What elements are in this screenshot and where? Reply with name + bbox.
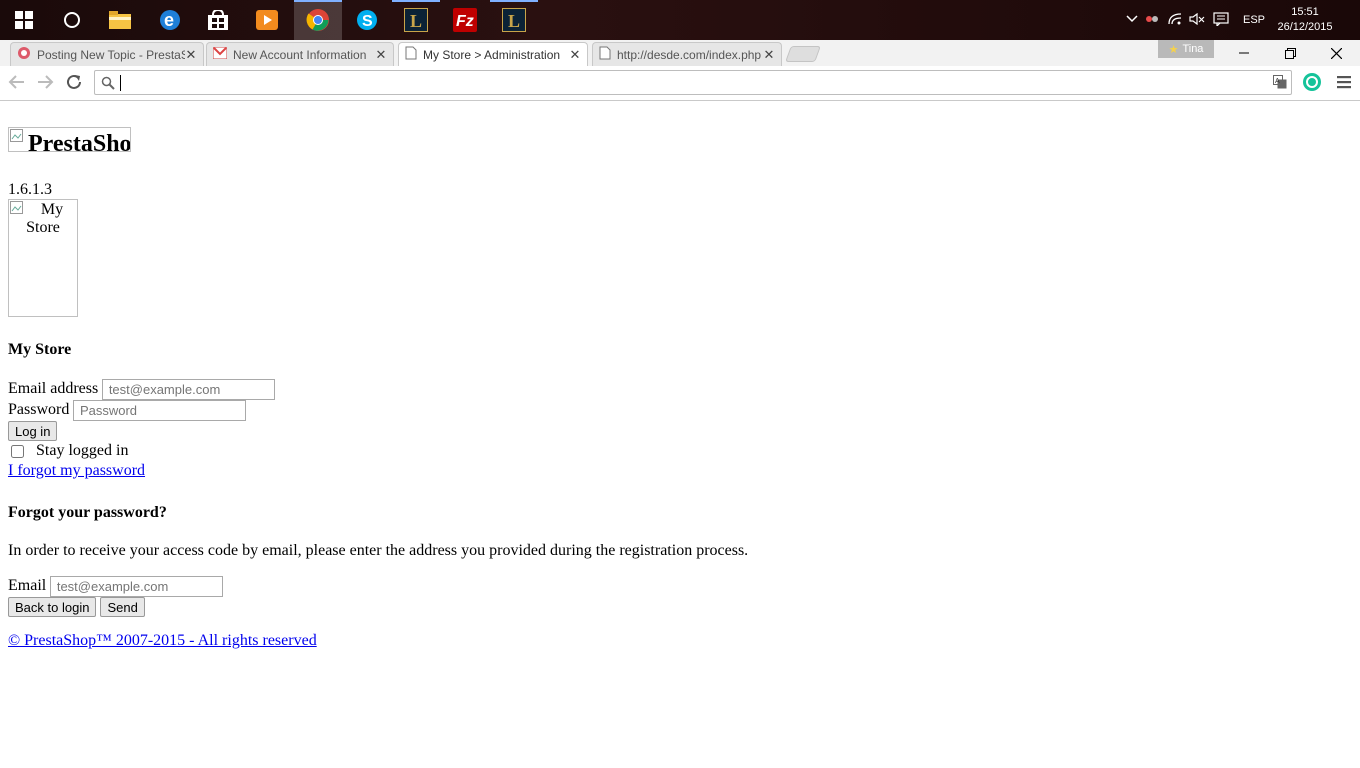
stay-logged-in-checkbox[interactable] — [11, 444, 24, 458]
email-label: Email address — [8, 380, 99, 398]
send-button[interactable]: Send — [100, 597, 145, 617]
gmail-favicon-icon — [212, 46, 228, 62]
close-icon[interactable]: ✕ — [569, 47, 581, 63]
shop-logo-alt-text: My Store — [26, 201, 64, 236]
email-field[interactable] — [102, 379, 276, 400]
close-icon[interactable]: ✕ — [375, 47, 387, 63]
broken-image-icon — [10, 129, 24, 143]
forgot-email-label: Email — [8, 577, 47, 595]
forgot-password-heading: Forgot your password? — [8, 504, 167, 521]
tab-title: Posting New Topic - PrestaShop — [37, 47, 185, 62]
forgot-password-form: Email Back to login Send — [8, 576, 1352, 618]
volume-muted-icon[interactable] — [1186, 12, 1208, 28]
svg-text:e: e — [164, 10, 174, 30]
page-favicon-icon — [405, 46, 417, 63]
store-icon[interactable] — [194, 0, 242, 40]
language-indicator[interactable]: ESP — [1234, 14, 1274, 26]
profile-name: Tina — [1182, 43, 1204, 55]
close-window-button[interactable] — [1314, 40, 1358, 66]
app-tray-icon[interactable] — [1140, 13, 1164, 28]
windows-start-icon[interactable] — [0, 0, 48, 40]
league-icon-2[interactable]: L — [490, 0, 538, 40]
menu-icon[interactable] — [1337, 75, 1351, 94]
forgot-email-field[interactable] — [50, 576, 224, 597]
profile-button[interactable]: ★ Tina — [1158, 40, 1214, 58]
footer-copyright-link[interactable]: © PrestaShop™ 2007-2015 - All rights res… — [8, 632, 317, 649]
clock[interactable]: 15:51 26/12/2015 — [1274, 5, 1336, 35]
profile-avatar-icon: ★ — [1168, 43, 1179, 56]
tab-new-account-information[interactable]: New Account Information ✕ — [206, 42, 394, 66]
password-label: Password — [8, 401, 70, 419]
tab-title: New Account Information — [233, 47, 367, 62]
tab-title: My Store > Administration — [423, 47, 561, 62]
search-icon — [101, 76, 115, 95]
chevron-up-icon[interactable] — [1124, 14, 1140, 26]
page-favicon-icon — [599, 46, 611, 63]
browser-tab-strip: Posting New Topic - PrestaShop ✕ New Acc… — [0, 40, 1360, 66]
prestashop-favicon-icon — [17, 46, 31, 63]
svg-text:L: L — [410, 11, 422, 31]
close-icon[interactable]: ✕ — [763, 47, 775, 63]
cortana-icon[interactable] — [48, 0, 96, 40]
login-form: Email address Password Log in Stay logge… — [8, 379, 1352, 482]
file-explorer-icon[interactable] — [96, 0, 144, 40]
forgot-password-link[interactable]: I forgot my password — [8, 462, 145, 479]
translate-icon[interactable]: A — [1273, 75, 1287, 94]
address-bar[interactable]: A — [94, 70, 1292, 95]
action-center-icon[interactable] — [1208, 11, 1234, 29]
shop-logo-broken-image: My Store — [8, 199, 78, 317]
shop-name-heading: My Store — [8, 341, 72, 358]
new-tab-button[interactable] — [785, 46, 821, 62]
back-arrow-icon[interactable] — [6, 73, 26, 96]
forward-arrow-icon[interactable] — [36, 73, 56, 96]
filezilla-icon[interactable]: Fz — [441, 0, 489, 40]
prestashop-logo-broken-image: PrestaShop — [8, 127, 131, 152]
restore-button[interactable] — [1268, 40, 1312, 66]
password-field[interactable] — [73, 400, 247, 421]
chrome-icon[interactable] — [294, 0, 342, 40]
minimize-button[interactable] — [1222, 40, 1266, 66]
close-icon[interactable]: ✕ — [185, 47, 197, 63]
edge-icon[interactable]: e — [146, 0, 194, 40]
browser-toolbar: A — [0, 66, 1360, 101]
back-to-login-button[interactable]: Back to login — [8, 597, 97, 617]
reload-icon[interactable] — [65, 73, 83, 96]
tab-title: http://desde.com/index.php — [617, 47, 762, 62]
tab-desde-index[interactable]: http://desde.com/index.php ✕ — [592, 42, 782, 66]
version-text: 1.6.1.3 — [8, 181, 52, 198]
svg-text:A: A — [1275, 78, 1280, 85]
forgot-password-instructions: In order to receive your access code by … — [8, 542, 749, 559]
clock-date: 26/12/2015 — [1277, 21, 1333, 33]
league-icon[interactable]: L — [392, 0, 440, 40]
wifi-icon[interactable] — [1164, 12, 1186, 28]
logo-alt-text: PrestaShop — [28, 131, 131, 152]
tab-posting-new-topic[interactable]: Posting New Topic - PrestaShop ✕ — [10, 42, 204, 66]
media-player-icon[interactable] — [243, 0, 291, 40]
skype-icon[interactable]: S — [343, 0, 391, 40]
tab-my-store-administration[interactable]: My Store > Administration ✕ — [398, 42, 588, 66]
clock-time: 15:51 — [1291, 6, 1319, 18]
svg-text:S: S — [362, 13, 373, 30]
grammarly-extension-icon[interactable] — [1302, 72, 1322, 97]
login-button[interactable]: Log in — [8, 421, 58, 441]
windows-taskbar: e S L Fz L ESP 15:51 26/12/2015 — [0, 0, 1360, 40]
stay-logged-in-label: Stay logged in — [36, 442, 129, 459]
svg-text:L: L — [508, 11, 520, 31]
text-cursor — [120, 75, 121, 91]
svg-text:Fz: Fz — [456, 13, 474, 30]
page-content: PrestaShop 1.6.1.3 My Store My Store Ema… — [8, 100, 1352, 650]
